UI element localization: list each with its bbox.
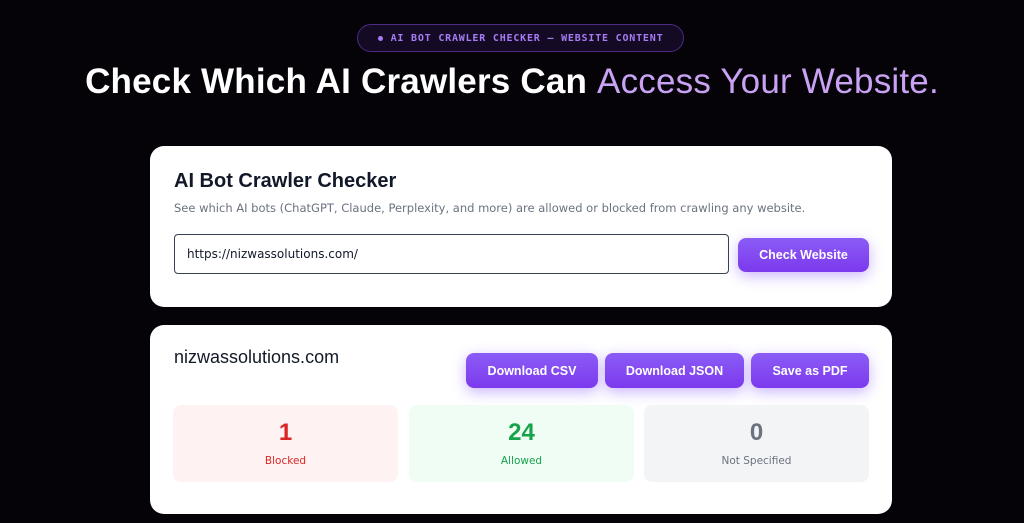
download-json-button[interactable]: Download JSON bbox=[605, 353, 744, 388]
url-input[interactable] bbox=[174, 234, 729, 274]
stat-blocked: 1 Blocked bbox=[173, 405, 398, 482]
hero-headline-accent: Access Your Website. bbox=[597, 62, 939, 101]
results-domain: nizwassolutions.com bbox=[174, 347, 340, 367]
stat-blocked-value: 1 bbox=[278, 418, 293, 446]
badge-dot-icon bbox=[377, 35, 383, 41]
save-pdf-button[interactable]: Save as PDF bbox=[751, 353, 869, 388]
download-csv-button[interactable]: Download CSV bbox=[466, 353, 598, 388]
hero-headline-main: Check Which AI Crawlers Can bbox=[85, 62, 598, 101]
checker-title: AI Bot Crawler Checker bbox=[174, 170, 397, 192]
hero-badge-text: AI BOT CRAWLER CHECKER — WEBSITE CONTENT bbox=[390, 32, 664, 44]
stat-blocked-label: Blocked bbox=[264, 454, 307, 467]
results-card: nizwassolutions.com Download CSV Downloa… bbox=[150, 325, 892, 514]
stat-not-specified-value: 0 bbox=[749, 418, 764, 446]
hero-headline: Check Which AI Crawlers Can Access Your … bbox=[0, 62, 1024, 102]
stat-not-specified: 0 Not Specified bbox=[644, 405, 869, 482]
checker-card: AI Bot Crawler Checker See which AI bots… bbox=[150, 146, 892, 307]
stat-allowed: 24 Allowed bbox=[409, 405, 634, 482]
stat-not-specified-label: Not Specified bbox=[721, 454, 792, 467]
stat-allowed-value: 24 bbox=[508, 418, 535, 446]
hero-badge: AI BOT CRAWLER CHECKER — WEBSITE CONTENT bbox=[357, 24, 684, 52]
checker-subtitle: See which AI bots (ChatGPT, Claude, Perp… bbox=[174, 201, 806, 215]
check-website-button[interactable]: Check Website bbox=[738, 238, 869, 272]
stat-allowed-label: Allowed bbox=[500, 454, 543, 467]
